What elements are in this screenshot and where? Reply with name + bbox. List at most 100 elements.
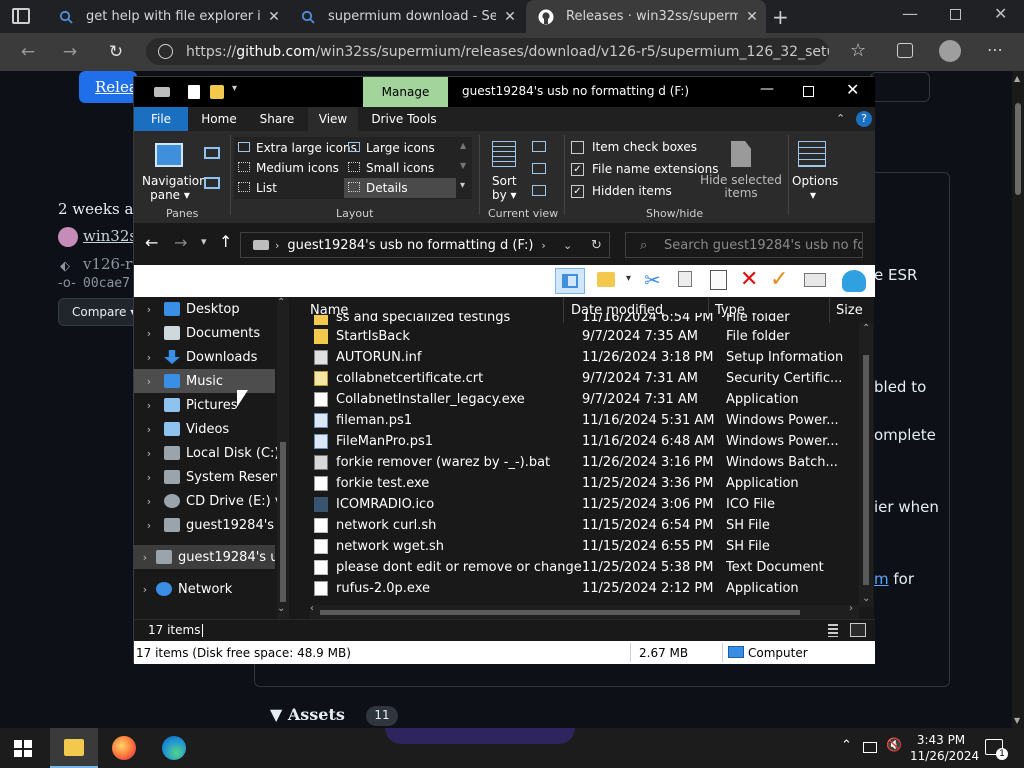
scroll-down-icon[interactable]: ▼ <box>1014 716 1020 725</box>
nav-item-documents[interactable]: › Documents <box>134 321 277 345</box>
scroll-up-icon[interactable]: ▲ <box>1014 74 1020 83</box>
file-scroll-up-icon[interactable]: ⌃ <box>862 323 870 334</box>
file-row[interactable]: fileman.ps1 11/16/2024 5:31 AM Windows Pow… <box>310 410 870 431</box>
commit-link[interactable]: 00cae7 <box>83 276 130 291</box>
close-tab-icon[interactable]: ✕ <box>260 9 288 25</box>
group-by-icon[interactable] <box>532 141 546 152</box>
expand-chevron-icon[interactable]: › <box>134 551 156 564</box>
nav-item-videos[interactable]: › Videos <box>134 417 277 441</box>
back-arrow-icon[interactable]: ← <box>145 233 158 252</box>
expand-chevron-icon[interactable]: › <box>134 519 164 532</box>
help-icon[interactable]: ? <box>856 111 872 127</box>
new-tab-button[interactable]: + <box>772 5 789 29</box>
copy-icon[interactable] <box>678 271 692 287</box>
file-row[interactable]: StartIsBack 9/7/2024 7:35 AM File folder <box>310 326 870 347</box>
expand-chevron-icon[interactable]: › <box>134 399 164 412</box>
collections-icon[interactable] <box>897 43 913 58</box>
checkmark-icon[interactable]: ✓ <box>770 267 788 292</box>
size-columns-icon[interactable] <box>532 185 546 196</box>
properties-icon[interactable] <box>842 270 866 292</box>
tab-actions-icon[interactable] <box>12 8 30 24</box>
file-row[interactable]: FileManPro.ps1 11/16/2024 6:48 AM Windows … <box>310 431 870 452</box>
hscroll-left-icon[interactable]: ‹ <box>310 603 314 614</box>
collapse-ribbon-icon[interactable]: ⌃ <box>836 112 845 125</box>
rename-icon[interactable] <box>804 273 826 287</box>
large-icons-view-button[interactable] <box>850 623 866 637</box>
file-row-partial[interactable]: ss and specialized testings 11/16/2024 6… <box>310 313 870 325</box>
file-row[interactable]: collabnetcertificate.crt 9/7/2024 7:31 AM… <box>310 368 870 389</box>
tab-home[interactable]: Home <box>194 107 244 131</box>
options-icon[interactable] <box>798 141 826 167</box>
nav-pane-scrollbar[interactable] <box>277 297 289 619</box>
expand-chevron-icon[interactable]: › <box>134 583 156 596</box>
new-folder-dropdown-icon[interactable]: ▾ <box>626 273 631 284</box>
maximize-button[interactable] <box>803 86 814 97</box>
forward-arrow-icon[interactable]: → <box>174 233 187 252</box>
hidden-items-toggle[interactable]: ✓ Hidden items <box>571 184 672 198</box>
qa-dropdown-icon[interactable]: ▾ <box>232 83 237 94</box>
file-row[interactable]: rufus-2.0p.exe 11/25/2024 2:12 PM Applicat… <box>310 578 870 599</box>
details-view-button[interactable] <box>828 624 838 637</box>
item-check-boxes-toggle[interactable]: Item check boxes <box>571 140 697 154</box>
file-row[interactable]: ICOMRADIO.ico 11/25/2024 3:06 PM ICO File <box>310 494 870 515</box>
paste-icon[interactable] <box>710 270 727 290</box>
file-row[interactable]: please dont edit or remove or change... 1… <box>310 557 870 578</box>
details-pane-icon[interactable] <box>204 177 220 189</box>
path-segment[interactable]: guest19284's usb no formatting d (F:) <box>287 238 533 253</box>
release-button[interactable]: Releas <box>79 71 146 103</box>
sort-by-icon[interactable] <box>492 141 516 167</box>
path-dropdown-icon[interactable]: ⌄ <box>563 239 572 252</box>
nav-item-usb-drive-selected[interactable]: › guest19284's usb <box>134 545 275 569</box>
new-folder-qa-icon[interactable] <box>210 85 224 99</box>
sort-by-button[interactable]: Sort by ▾ <box>492 174 517 202</box>
volume-muted-icon[interactable]: 🔇 <box>886 738 902 753</box>
start-button[interactable] <box>14 740 32 757</box>
layout-scroll-up-icon[interactable]: ▲ <box>460 141 466 150</box>
options-button[interactable]: Options ▾ <box>792 174 838 202</box>
browser-scrollbar[interactable] <box>1012 71 1024 728</box>
close-button[interactable]: ✕ <box>846 80 859 99</box>
back-arrow-icon[interactable]: ← <box>14 38 42 65</box>
preview-pane-icon[interactable] <box>204 147 220 159</box>
layout-extra-large-icons[interactable]: Extra large icons <box>238 141 357 155</box>
compare-button[interactable]: Compare ▾ <box>58 298 138 326</box>
address-path-box[interactable]: › guest19284's usb no formatting d (F:) … <box>240 232 610 258</box>
file-row[interactable]: CollabnetInstaller_legacy.exe 9/7/2024 7:… <box>310 389 870 410</box>
tray-chevron-icon[interactable]: ⌃ <box>841 738 852 753</box>
expand-chevron-icon[interactable]: › <box>134 495 164 508</box>
layout-large-icons[interactable]: Large icons <box>348 141 435 155</box>
tab-view[interactable]: View <box>308 107 358 131</box>
layout-scroll-down-icon[interactable]: ▼ <box>460 161 466 170</box>
hide-selected-icon[interactable] <box>731 141 751 167</box>
file-name-extensions-toggle[interactable]: ✓ File name extensions <box>571 162 719 176</box>
layout-details[interactable]: Details <box>344 178 456 198</box>
hscroll-right-icon[interactable]: › <box>849 603 853 614</box>
profile-avatar[interactable] <box>939 40 961 62</box>
expand-chevron-icon[interactable]: › <box>134 471 164 484</box>
search-input[interactable]: ⌕ Search guest19284's usb no for... <box>625 232 863 258</box>
file-row[interactable]: forkie remover (warez by -_-).bat 11/26/2… <box>310 452 870 473</box>
manage-tab[interactable]: Manage <box>363 77 448 107</box>
file-scroll-down-icon[interactable]: ⌄ <box>862 593 870 604</box>
expand-chevron-icon[interactable]: › <box>134 327 164 340</box>
nav-item-music[interactable]: › Music <box>134 369 275 393</box>
expand-chevron-icon[interactable]: › <box>134 423 164 436</box>
nav-item-local-disk[interactable]: › Local Disk (C:) <box>134 441 277 465</box>
clock[interactable]: 3:43 PM 11/26/2024 <box>910 732 979 764</box>
cut-icon[interactable]: ✂ <box>644 268 661 292</box>
file-pane-vscrollbar[interactable] <box>859 323 873 607</box>
favorites-icon[interactable]: ☆ <box>850 40 866 61</box>
add-columns-icon[interactable] <box>532 163 546 174</box>
tab-drive-tools[interactable]: Drive Tools <box>368 107 440 131</box>
close-tab-icon[interactable]: ✕ <box>738 9 766 25</box>
layout-view-icon[interactable] <box>555 268 585 294</box>
nav-item-downloads[interactable]: › Downloads <box>134 345 277 369</box>
address-bar[interactable]: https://github.com/win32ss/supermium/rel… <box>146 38 829 65</box>
browser-tab-1[interactable]: get help with file explorer in wi ✕ <box>46 0 288 33</box>
assets-toggle[interactable]: ▼ Assets <box>270 705 345 724</box>
navigation-pane-icon[interactable] <box>155 143 183 167</box>
more-menu-icon[interactable]: ⋯ <box>987 40 1003 59</box>
nav-item-cd-drive[interactable]: › CD Drive (E:) vi <box>134 489 277 513</box>
delete-icon[interactable]: ✕ <box>740 267 758 292</box>
expand-chevron-icon[interactable]: › <box>134 447 164 460</box>
